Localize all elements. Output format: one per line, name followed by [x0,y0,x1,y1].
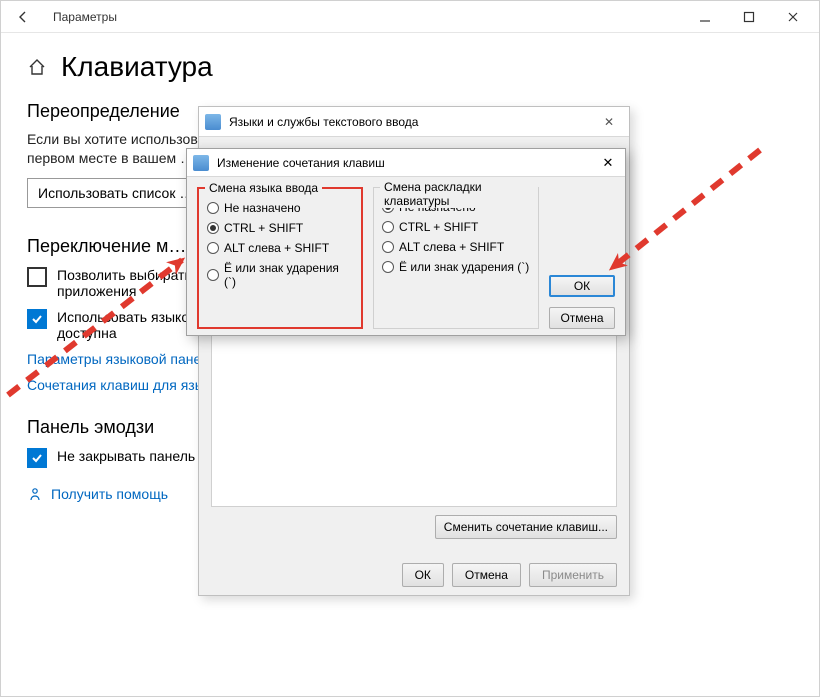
front-dialog-titlebar: Изменение сочетания клавиш ✕ [187,149,625,177]
help-icon [27,486,43,502]
front-dialog-title: Изменение сочетания клавиш [217,156,385,170]
layout-radio-ctrlshift[interactable]: CTRL + SHIFT [382,220,530,234]
back-button[interactable] [9,3,37,31]
override-desc-2: первом месте в вашем … [27,150,194,166]
lang-radio-none[interactable]: Не назначено [207,201,353,215]
front-cancel-button[interactable]: Отмена [549,307,615,329]
front-close-button[interactable]: ✕ [597,155,619,171]
rear-apply-button[interactable]: Применить [529,563,617,587]
layout-radio-altshift[interactable]: ALT слева + SHIFT [382,240,530,254]
input-language-group: Смена языка ввода Не назначено CTRL + SH… [197,187,363,329]
rear-dialog-title: Языки и службы текстового ввода ✕ [199,107,629,137]
lang-radio-grave[interactable]: Ё или знак ударения (`) [207,261,353,289]
allow-label-2: приложения [57,283,136,299]
keyboard-icon [205,114,221,130]
front-ok-button[interactable]: ОК [549,275,615,297]
rear-close-button[interactable]: ✕ [595,115,623,129]
page-title: Клавиатура [61,51,213,83]
keyboard-icon [193,155,209,171]
emoji-checkbox[interactable] [27,448,47,468]
input-language-legend: Смена языка ввода [205,181,322,195]
layout-radio-grave[interactable]: Ё или знак ударения (`) [382,260,530,274]
allow-checkbox[interactable] [27,267,47,287]
home-icon[interactable] [27,57,47,77]
titlebar: Параметры [1,1,819,33]
use-list-button[interactable]: Использовать список … [27,178,204,208]
rear-ok-button[interactable]: ОК [402,563,444,587]
lang-radio-altshift[interactable]: ALT слева + SHIFT [207,241,353,255]
maximize-button[interactable] [727,3,771,31]
layout-group: Смена раскладки клавиатуры Не назначено … [373,187,539,329]
window-title: Параметры [53,10,683,24]
use-langbar-checkbox[interactable] [27,309,47,329]
lang-radio-ctrlshift[interactable]: CTRL + SHIFT [207,221,353,235]
rear-cancel-button[interactable]: Отмена [452,563,521,587]
close-button[interactable] [771,3,815,31]
change-shortcut-dialog: Изменение сочетания клавиш ✕ Смена языка… [186,148,626,336]
get-help-link[interactable]: Получить помощь [51,486,168,502]
minimize-button[interactable] [683,3,727,31]
change-shortcut-button[interactable]: Сменить сочетание клавиш... [435,515,617,539]
layout-legend: Смена раскладки клавиатуры [380,180,538,208]
use-langbar-label-2: доступна [57,325,117,341]
